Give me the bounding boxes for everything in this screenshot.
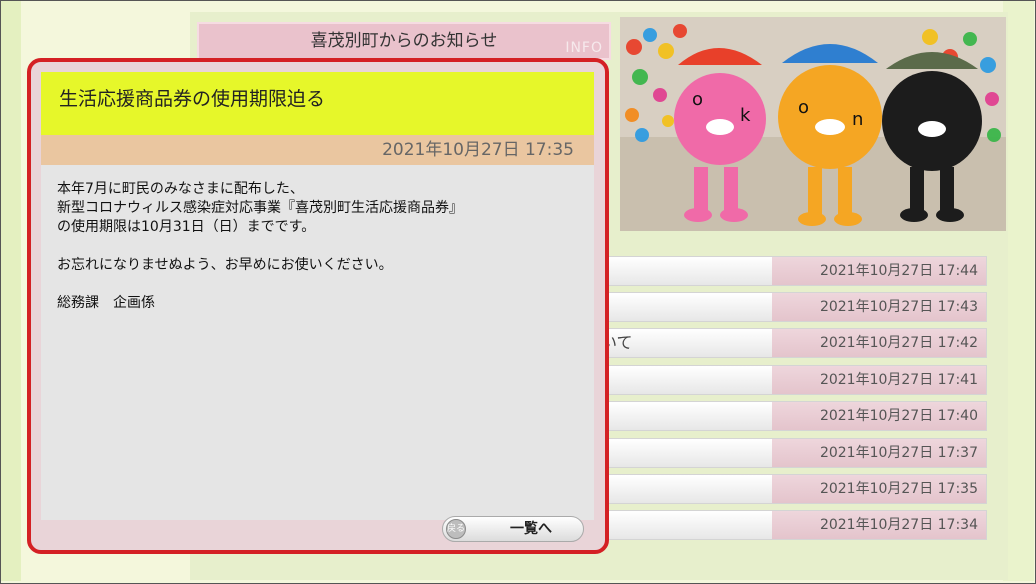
back-to-list-button[interactable]: 戻る 一覧へ [442, 516, 584, 542]
news-row-date: 2021年10月27日 17:44 [772, 257, 986, 285]
news-row[interactable]: 2021年10月27日 17:35 [560, 474, 987, 504]
info-tag: INFO [565, 40, 603, 56]
news-body-line: お忘れになりませぬよう、お早めにお使いください。 [57, 257, 393, 273]
news-row-date: 2021年10月27日 17:35 [772, 475, 986, 503]
news-row[interactable]: 2021年10月27日 17:41 [560, 365, 987, 395]
news-body-line [57, 237, 463, 256]
svg-text:o: o [798, 97, 809, 118]
news-row-date: 2021年10月27日 17:43 [772, 293, 986, 321]
svg-text:n: n [852, 109, 863, 130]
mascot-photo: o k o n [620, 17, 1006, 231]
news-row[interactable]: 2021年10月27日 17:44 [560, 256, 987, 286]
news-row-date: 2021年10月27日 17:40 [772, 402, 986, 430]
back-to-list-label: 一覧へ [510, 521, 552, 537]
news-datetime: 2021年10月27日 17:35 [41, 135, 594, 165]
page-title: 喜茂別町からのお知らせ [310, 31, 498, 51]
left-margin [1, 1, 21, 581]
news-body-line: の使用期限は10月31日（日）までです。 [57, 219, 316, 235]
news-row[interactable]: 2021年10月27日 17:43 [560, 292, 987, 322]
news-row-date: 2021年10月27日 17:42 [772, 329, 986, 357]
news-body-line: 本年7月に町民のみなさまに配布した、 [57, 181, 304, 197]
news-headline: 生活応援商品券の使用期限迫る [59, 88, 326, 110]
news-body-line: 総務課 企画係 [57, 295, 155, 311]
svg-text:o: o [692, 89, 703, 110]
news-detail-content: 生活応援商品券の使用期限迫る 2021年10月27日 17:35 本年7月に町民… [41, 72, 594, 520]
svg-text:k: k [740, 105, 751, 126]
news-row[interactable]: 2021年10月27日 17:37 [560, 438, 987, 468]
back-icon: 戻る [446, 519, 466, 539]
news-row-date: 2021年10月27日 17:37 [772, 439, 986, 467]
news-headline-bar: 生活応援商品券の使用期限迫る [41, 72, 594, 135]
news-row[interactable]: いて 2021年10月27日 17:42 [560, 328, 987, 358]
mascot-image: o k o n [620, 17, 1006, 231]
news-row-date: 2021年10月27日 17:41 [772, 366, 986, 394]
news-detail-popup: 生活応援商品券の使用期限迫る 2021年10月27日 17:35 本年7月に町民… [27, 58, 609, 554]
news-body-line [57, 275, 463, 294]
news-body: 本年7月に町民のみなさまに配布した、 新型コロナウィルス感染症対応事業『喜茂別町… [57, 180, 463, 313]
news-row[interactable]: 2021年10月27日 17:34 [560, 510, 987, 540]
news-body-line: 新型コロナウィルス感染症対応事業『喜茂別町生活応援商品券』 [57, 200, 463, 216]
page-title-bar: 喜茂別町からのお知らせ INFO [197, 22, 611, 60]
news-row[interactable]: 2021年10月27日 17:40 [560, 401, 987, 431]
news-row-date: 2021年10月27日 17:34 [772, 511, 986, 539]
